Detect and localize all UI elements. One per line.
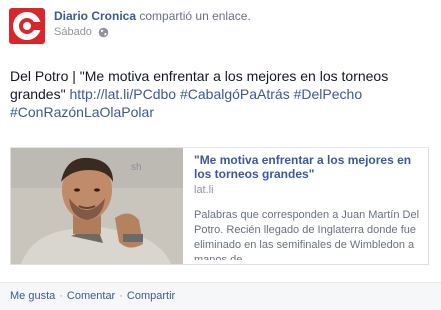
action-separator: · [119, 290, 123, 302]
link-thumbnail[interactable]: sh [11, 148, 183, 264]
hashtag-link[interactable]: #CabalgóPaAtrás [180, 86, 290, 102]
post-header: Diario Cronica compartió un enlace. [54, 9, 251, 23]
post-actions: Me gusta · Comentar · Compartir [10, 290, 175, 302]
diario-cronica-logo [9, 8, 45, 44]
like-button[interactable]: Me gusta [10, 290, 55, 302]
link-title[interactable]: "Me motiva enfrentar a los mejores en lo… [194, 153, 424, 181]
player-photo: sh [11, 148, 183, 264]
link-card-body: "Me motiva enfrentar a los mejores en lo… [194, 153, 424, 260]
author-name[interactable]: Diario Cronica [54, 9, 136, 23]
message-url-link[interactable]: http://lat.li/PCdbo [69, 86, 176, 102]
globe-icon[interactable] [98, 27, 109, 38]
post-timestamp[interactable]: Sábado [54, 26, 92, 38]
share-button[interactable]: Compartir [127, 290, 175, 302]
hashtag-link[interactable]: #DelPecho [294, 86, 363, 102]
post-action-text: compartió un enlace. [139, 9, 251, 23]
link-domain: lat.li [194, 184, 214, 196]
shared-link-post: Diario Cronica compartió un enlace. Sába… [0, 0, 441, 310]
svg-text:sh: sh [131, 162, 142, 173]
page-avatar[interactable] [9, 8, 45, 44]
hashtag-link[interactable]: #ConRazónLaOlaPolar [10, 104, 154, 120]
action-separator: · [59, 290, 63, 302]
post-meta: Sábado [54, 26, 109, 38]
post-message: Del Potro | "Me motiva enfrentar a los m… [10, 67, 430, 121]
link-preview-card[interactable]: sh "Me motiva enfrentar a los mejores en… [10, 147, 429, 265]
comment-button[interactable]: Comentar [67, 290, 115, 302]
link-description: Palabras que corresponden a Juan Martín … [194, 209, 420, 260]
